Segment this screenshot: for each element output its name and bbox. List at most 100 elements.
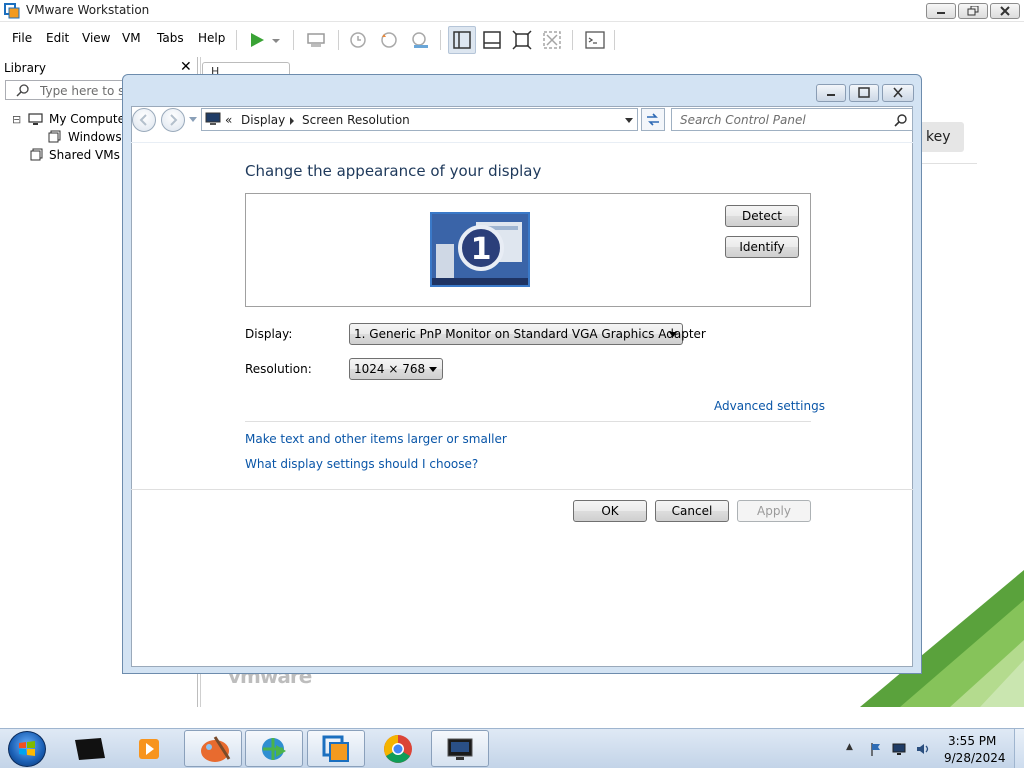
snapshot-icon[interactable] bbox=[346, 28, 370, 52]
taskbar-paint[interactable] bbox=[184, 730, 242, 767]
taskbar-chrome[interactable] bbox=[369, 730, 427, 767]
monitor-1-thumbnail[interactable]: 1 bbox=[430, 212, 530, 287]
search-icon[interactable] bbox=[894, 113, 908, 127]
refresh-button[interactable] bbox=[641, 108, 665, 131]
dropdown-arrow-icon bbox=[669, 332, 677, 337]
cancel-button[interactable]: Cancel bbox=[655, 500, 729, 522]
clock-date[interactable]: 9/28/2024 bbox=[944, 751, 1006, 765]
display-select[interactable]: 1. Generic PnP Monitor on Standard VGA G… bbox=[349, 323, 706, 345]
media-player-icon bbox=[139, 739, 159, 759]
breadcrumb-overflow[interactable]: « bbox=[225, 113, 232, 127]
windows-logo-icon bbox=[19, 741, 35, 756]
library-close-icon[interactable]: ✕ bbox=[180, 59, 192, 75]
monitor-number-badge: 1 bbox=[458, 225, 504, 271]
menu-help[interactable]: Help bbox=[198, 31, 225, 45]
tree-item-my-computer[interactable]: ⊟ My Computer bbox=[12, 112, 130, 126]
forward-arrow-icon bbox=[170, 114, 178, 126]
thumbnail-bar-icon[interactable] bbox=[480, 28, 504, 52]
computer-icon bbox=[28, 113, 43, 125]
tree-collapse-icon[interactable]: ⊟ bbox=[12, 113, 21, 126]
toolbar-separator bbox=[440, 30, 441, 50]
display-label: Display: bbox=[245, 327, 293, 341]
breadcrumb-screen-resolution[interactable]: Screen Resolution bbox=[302, 113, 410, 127]
apply-button[interactable]: Apply bbox=[737, 500, 811, 522]
dialog-close-button[interactable] bbox=[882, 84, 914, 102]
resolution-select[interactable]: 1024 × 768 bbox=[349, 358, 443, 380]
console-view-icon[interactable] bbox=[583, 28, 607, 52]
address-dropdown-icon[interactable] bbox=[624, 117, 634, 125]
tree-item-shared-vms[interactable]: Shared VMs bbox=[30, 148, 120, 164]
display-settings-icon bbox=[447, 738, 473, 760]
taskbar: ▲ 3:55 PM 9/28/2024 bbox=[0, 728, 1024, 768]
display-select-value: 1. Generic PnP Monitor on Standard VGA G… bbox=[354, 327, 706, 341]
breadcrumb-separator-icon[interactable] bbox=[289, 117, 295, 125]
dialog-client-area bbox=[131, 106, 913, 667]
back-button[interactable] bbox=[132, 108, 156, 132]
toolbar-separator bbox=[236, 30, 237, 50]
address-bar[interactable]: « Display Screen Resolution bbox=[201, 108, 638, 131]
back-arrow-icon bbox=[139, 114, 147, 126]
text-size-link[interactable]: Make text and other items larger or smal… bbox=[245, 432, 507, 446]
taskbar-terminal[interactable] bbox=[60, 730, 118, 767]
dialog-minimize-button[interactable] bbox=[816, 84, 846, 102]
library-toggle-button[interactable] bbox=[448, 26, 476, 54]
recent-pages-dropdown-icon[interactable] bbox=[188, 116, 198, 124]
send-ctrl-alt-del-icon[interactable] bbox=[304, 28, 328, 52]
close-button[interactable] bbox=[990, 3, 1020, 19]
action-center-flag-icon[interactable] bbox=[868, 741, 884, 757]
ok-button[interactable]: OK bbox=[573, 500, 647, 522]
vmware-app-icon bbox=[4, 3, 20, 19]
menu-toolbar: File Edit View VM Tabs Help bbox=[0, 22, 1024, 57]
advanced-settings-link[interactable]: Advanced settings bbox=[714, 399, 825, 413]
detect-button[interactable]: Detect bbox=[725, 205, 799, 227]
menu-file[interactable]: File bbox=[12, 31, 32, 45]
power-on-play-icon[interactable] bbox=[245, 28, 269, 52]
start-button[interactable] bbox=[8, 731, 46, 767]
restore-icon bbox=[967, 6, 979, 16]
divider bbox=[922, 163, 977, 164]
search-control-panel-input[interactable]: Search Control Panel bbox=[671, 108, 913, 131]
taskbar-network-app[interactable] bbox=[245, 730, 303, 767]
taskbar-display-settings[interactable] bbox=[431, 730, 489, 767]
clock-time[interactable]: 3:55 PM bbox=[948, 734, 996, 748]
unity-icon[interactable] bbox=[540, 28, 564, 52]
volume-icon[interactable] bbox=[915, 741, 931, 757]
forward-button[interactable] bbox=[161, 108, 185, 132]
snapshot-manager-icon[interactable] bbox=[408, 28, 432, 52]
vmware-taskbar-icon bbox=[322, 735, 349, 762]
menu-vm[interactable]: VM bbox=[122, 31, 141, 45]
breadcrumb-display[interactable]: Display bbox=[241, 113, 285, 127]
maximize-icon bbox=[858, 87, 870, 98]
show-hidden-icons-arrow[interactable]: ▲ bbox=[846, 742, 853, 752]
window-title: VMware Workstation bbox=[26, 3, 150, 17]
tree-item-windows-vm[interactable]: Windows I bbox=[48, 130, 129, 146]
toolbar-separator bbox=[614, 30, 615, 50]
enter-license-key-button[interactable]: key bbox=[922, 122, 964, 152]
vmware-titlebar: VMware Workstation bbox=[0, 0, 1024, 22]
menu-tabs[interactable]: Tabs bbox=[157, 31, 184, 45]
show-desktop-button[interactable] bbox=[1014, 729, 1024, 768]
vm-icon bbox=[48, 130, 61, 143]
identify-button[interactable]: Identify bbox=[725, 236, 799, 258]
full-screen-icon[interactable] bbox=[510, 28, 534, 52]
toolbar-separator bbox=[572, 30, 573, 50]
dialog-maximize-button[interactable] bbox=[849, 84, 879, 102]
taskbar-media-player[interactable] bbox=[120, 730, 178, 767]
minimize-icon bbox=[937, 12, 945, 14]
taskbar-vmware[interactable] bbox=[307, 730, 365, 767]
page-title: Change the appearance of your display bbox=[245, 162, 542, 180]
display-control-panel-icon bbox=[205, 112, 221, 125]
play-dropdown-icon[interactable] bbox=[268, 28, 284, 52]
menu-edit[interactable]: Edit bbox=[46, 31, 69, 45]
tree-label: Shared VMs bbox=[49, 148, 120, 162]
restore-button[interactable] bbox=[958, 3, 988, 19]
toolbar-separator bbox=[338, 30, 339, 50]
revert-snapshot-icon[interactable] bbox=[377, 28, 401, 52]
shared-vms-icon bbox=[30, 148, 43, 161]
network-icon[interactable] bbox=[891, 741, 907, 757]
minimize-button[interactable] bbox=[926, 3, 956, 19]
menu-view[interactable]: View bbox=[82, 31, 110, 45]
resolution-label: Resolution: bbox=[245, 362, 312, 376]
search-icon bbox=[16, 84, 29, 97]
display-help-link[interactable]: What display settings should I choose? bbox=[245, 457, 478, 471]
